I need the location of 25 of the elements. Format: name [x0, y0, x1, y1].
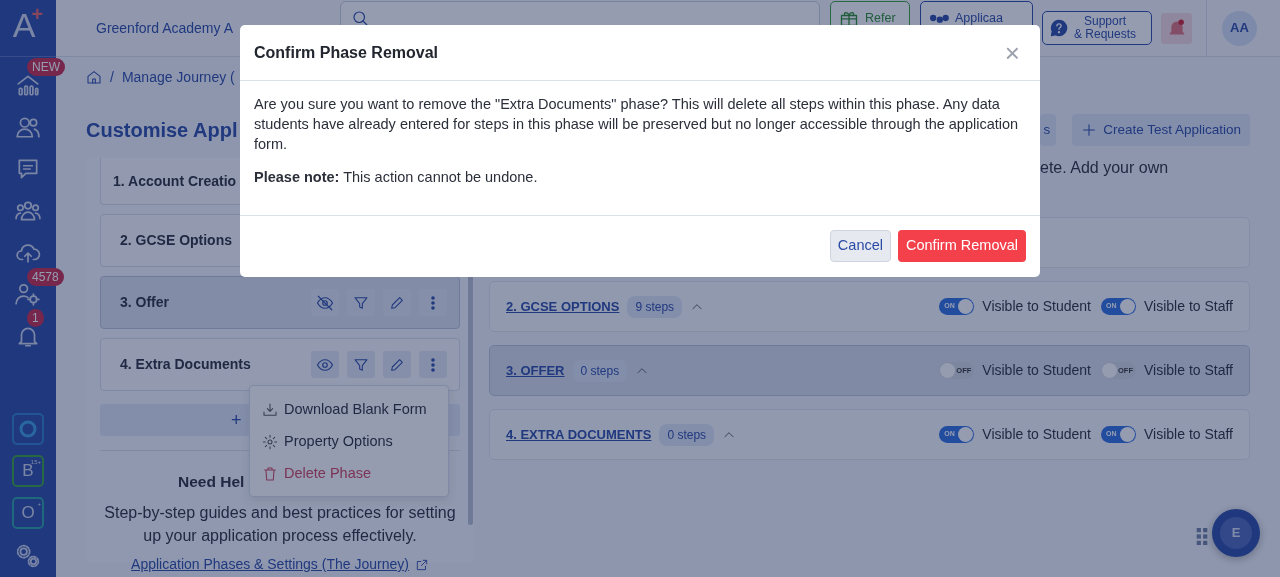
notification-badge: 1: [27, 309, 44, 328]
phase-title: 1. Account Creatio: [113, 171, 237, 191]
school-name: Greenford Academy A: [96, 18, 234, 38]
breadcrumb-separator: /: [110, 67, 114, 87]
steps-badge: 0 steps: [659, 423, 715, 446]
dialog-message: Are you sure you want to remove the "Extra Documents" phase? This will delete all steps within this phase. Any data students have already entered for steps in this phase will be preserved but no longer accessible through the application form.: [254, 95, 1020, 154]
toggle-label: Visible to Staff: [1144, 425, 1233, 444]
warning-note: Please note: This action cannot be undone.: [254, 168, 539, 187]
steps-badge: 0 steps: [572, 359, 628, 382]
toggle-label: Visible to Student: [982, 297, 1091, 316]
toggle-label: Visible to Student: [982, 425, 1091, 444]
toggle-label: Visible to Student: [982, 361, 1091, 380]
help-title: Need Hel: [178, 472, 245, 492]
toggle-label: Visible to Staff: [1144, 361, 1233, 380]
notification-badge: NEW: [27, 57, 65, 76]
page-title: Customise Appl: [86, 118, 238, 142]
phase-title: 4. Extra Documents: [120, 355, 251, 374]
help-text: Step-by-step guides and best practices for setting up your application process effectively.: [103, 503, 457, 546]
phase-title: 3. Offer: [120, 293, 169, 312]
phase-title: 2. GCSE Options: [120, 231, 232, 250]
toggle-label: Visible to Staff: [1144, 297, 1233, 316]
notification-badge: 4578: [27, 267, 64, 286]
dialog-title: Confirm Phase Removal: [254, 42, 439, 63]
description-text: ete. Add your own: [1040, 158, 1170, 178]
steps-badge: 9 steps: [627, 295, 683, 318]
